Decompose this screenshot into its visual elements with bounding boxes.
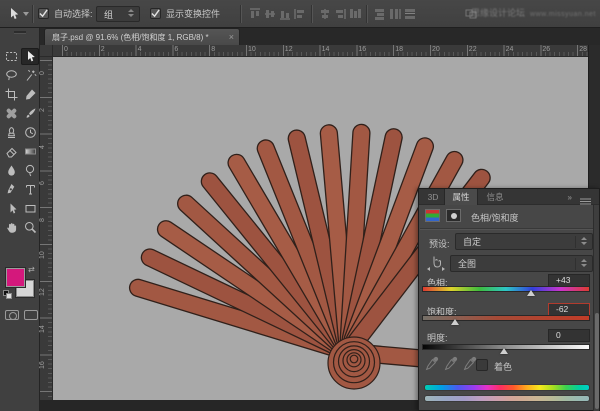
dropdown-caret-icon <box>575 236 588 248</box>
auto-select-checkbox[interactable] <box>38 8 49 19</box>
separator <box>366 5 367 23</box>
saturation-slider-thumb[interactable] <box>451 319 459 325</box>
properties-panel: 3D 属性 信息 » 色相/饱和度 预设: 自定 全图 色相: +43 饱和度:… <box>418 188 600 411</box>
align-horizontal-centers-icon[interactable] <box>318 7 332 21</box>
align-top-edges-icon[interactable] <box>248 7 262 21</box>
tools-panel: ⇄ <box>0 28 40 411</box>
blur-tool[interactable] <box>2 162 20 179</box>
clone-stamp-tool[interactable] <box>2 124 20 141</box>
align-right-edges-icon[interactable] <box>333 7 347 21</box>
colorize-checkbox[interactable] <box>476 359 488 371</box>
targeted-adjustment-icon[interactable] <box>425 255 447 272</box>
default-colors-icon[interactable] <box>3 290 13 299</box>
lightness-slider-thumb[interactable] <box>500 348 508 354</box>
lightness-value[interactable]: 0 <box>548 329 590 342</box>
collapse-panel-icon[interactable]: » <box>568 193 571 202</box>
adjustment-icon <box>425 209 440 222</box>
eyedropper-sample-icon[interactable] <box>425 356 439 376</box>
eyedropper-tool[interactable] <box>21 86 39 103</box>
lasso-tool[interactable] <box>2 67 20 84</box>
tab-info[interactable]: 信息 <box>480 189 510 205</box>
close-tab-icon[interactable]: × <box>229 32 234 42</box>
panel-grip[interactable] <box>14 31 26 33</box>
magic-wand-tool[interactable] <box>21 67 39 84</box>
preset-value: 自定 <box>463 235 481 248</box>
layer-mask-icon <box>446 209 461 222</box>
show-transform-label: 显示变换控件 <box>166 9 220 20</box>
auto-select-label: 自动选择: <box>54 9 93 20</box>
distribute-horizontal-centers-icon[interactable] <box>388 7 402 21</box>
crop-tool[interactable] <box>2 86 20 103</box>
tool-preset-caret-icon[interactable] <box>23 12 29 16</box>
lightness-slider[interactable] <box>422 344 590 350</box>
eyedropper-subtract-icon[interactable] <box>463 356 477 376</box>
auto-select-target-dropdown[interactable]: 组 <box>96 6 140 22</box>
colorize-label: 着色 <box>494 360 512 373</box>
tab-properties[interactable]: 属性 <box>444 189 478 205</box>
hue-slider-thumb[interactable] <box>527 290 535 296</box>
brush-tool[interactable] <box>21 105 39 122</box>
dodge-tool[interactable] <box>21 162 39 179</box>
ruler-corner <box>40 45 53 57</box>
path-selection-tool[interactable] <box>2 200 20 217</box>
tab-3d[interactable]: 3D <box>423 189 443 205</box>
auto-select-target-value: 组 <box>104 8 113 21</box>
gradient-tool[interactable] <box>21 143 39 160</box>
align-vertical-centers-icon[interactable] <box>263 7 277 21</box>
show-transform-checkbox[interactable] <box>150 8 161 19</box>
dropdown-caret-icon <box>127 8 135 20</box>
divider <box>420 228 598 229</box>
hue-slider[interactable] <box>422 286 590 292</box>
preset-dropdown[interactable]: 自定 <box>455 233 593 250</box>
align-left-edges-icon[interactable] <box>293 7 307 21</box>
type-tool[interactable] <box>21 181 39 198</box>
rectangular-marquee-tool[interactable] <box>2 48 20 65</box>
separator <box>240 5 241 23</box>
preset-label: 预设: <box>429 237 450 250</box>
horizontal-ruler: 0246810121416182022242628 <box>53 45 588 57</box>
quick-mask-icon[interactable] <box>5 310 19 320</box>
move-tool-icon[interactable] <box>7 7 21 26</box>
document-tab[interactable]: 扇子.psd @ 91.6% (色相/饱和度 1, RGB/8) * × <box>44 28 240 45</box>
distribute-vertical-centers-icon[interactable] <box>373 7 387 21</box>
panel-tab-strip: 3D 属性 信息 » <box>419 189 599 205</box>
distribute-top-edges-icon[interactable] <box>348 7 362 21</box>
align-bottom-edges-icon[interactable] <box>278 7 292 21</box>
rectangle-shape-tool[interactable] <box>21 200 39 217</box>
move-tool[interactable] <box>21 48 39 65</box>
panel-scrollbar[interactable] <box>593 205 599 411</box>
foreground-color-swatch[interactable] <box>6 268 25 287</box>
hue-spectrum-before <box>424 384 590 391</box>
distribute-heights-icon[interactable] <box>403 7 417 21</box>
panel-title: 色相/饱和度 <box>471 211 519 224</box>
hue-spectrum-after <box>424 395 590 402</box>
channel-dropdown[interactable]: 全图 <box>450 255 593 272</box>
lightness-label: 明度: <box>427 331 448 344</box>
watermark-text: 思缘设计论坛 <box>471 6 525 19</box>
zoom-tool[interactable] <box>21 219 39 236</box>
eyedropper-add-icon[interactable] <box>444 356 458 376</box>
watermark: 思缘设计论坛 www.missyuan.net <box>471 6 596 19</box>
vertical-ruler: 0246810121416 <box>40 57 53 400</box>
watermark-url: www.missyuan.net <box>530 11 596 18</box>
separator <box>311 5 312 23</box>
channel-value: 全图 <box>458 257 476 270</box>
panel-menu-icon[interactable] <box>580 193 591 211</box>
eraser-tool[interactable] <box>2 143 20 160</box>
history-brush-tool[interactable] <box>21 124 39 141</box>
separator <box>32 5 33 23</box>
healing-brush-tool[interactable] <box>2 105 20 122</box>
hand-tool[interactable] <box>2 219 20 236</box>
document-title: 扇子.psd @ 91.6% (色相/饱和度 1, RGB/8) * <box>52 32 225 43</box>
document-tab-bar: 扇子.psd @ 91.6% (色相/饱和度 1, RGB/8) * × <box>40 28 600 45</box>
pen-tool[interactable] <box>2 181 20 198</box>
swap-colors-icon[interactable]: ⇄ <box>28 265 35 274</box>
screen-mode-icon[interactable] <box>24 310 38 320</box>
saturation-slider[interactable] <box>422 315 590 321</box>
options-bar: 自动选择: 组 显示变换控件 思缘设计论坛 www.missyuan.net <box>0 0 600 28</box>
dropdown-caret-icon <box>575 258 588 270</box>
